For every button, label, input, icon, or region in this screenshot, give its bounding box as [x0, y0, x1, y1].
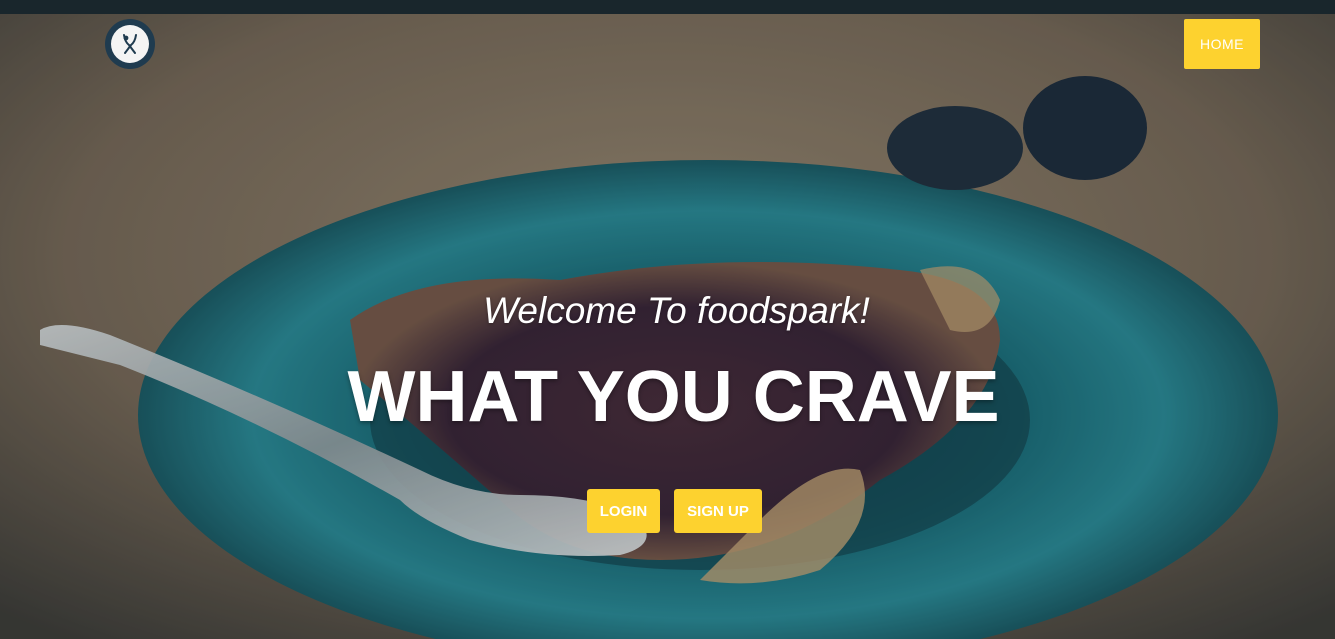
- site-logo[interactable]: [105, 19, 155, 69]
- fork-spoon-icon: [123, 34, 137, 54]
- hero-headline: WHAT YOU CRAVE: [347, 357, 1000, 437]
- welcome-text: Welcome To foodspark!: [483, 290, 870, 331]
- hero-section: HOME Welcome To foodspark! WHAT YOU CRAV…: [0, 0, 1335, 639]
- home-button[interactable]: HOME: [1184, 19, 1260, 69]
- logo-inner: [111, 25, 149, 63]
- signup-button[interactable]: SIGN UP: [674, 489, 762, 533]
- login-button[interactable]: LOGIN: [587, 489, 660, 533]
